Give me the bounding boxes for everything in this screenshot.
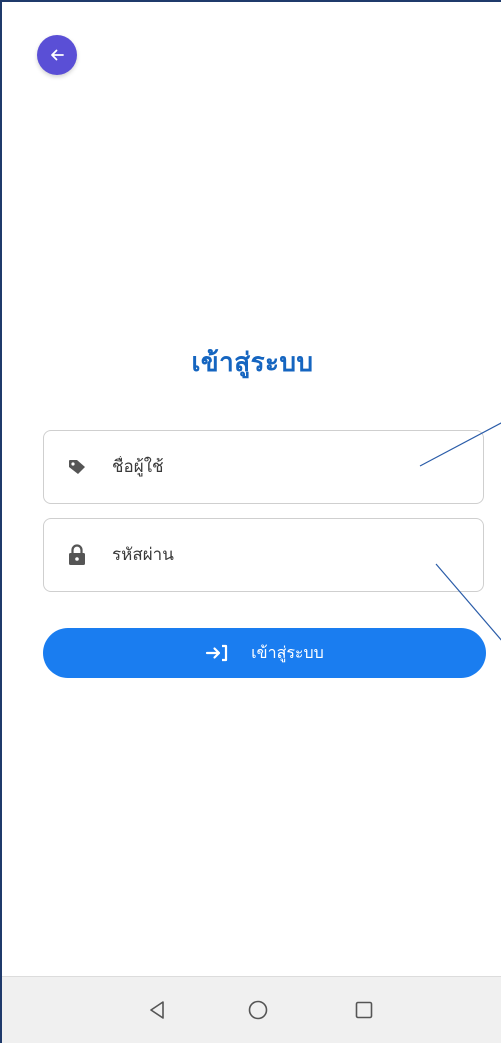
square-recents-icon bbox=[355, 1001, 373, 1019]
app-screen: เข้าสู่ระบบ เข้าสู่ระบบ bbox=[0, 0, 501, 1043]
circle-home-icon bbox=[248, 1000, 268, 1020]
nav-back-button[interactable] bbox=[142, 995, 172, 1025]
annotation-line-password bbox=[435, 563, 501, 641]
system-navbar bbox=[2, 976, 501, 1043]
nav-home-button[interactable] bbox=[243, 995, 273, 1025]
nav-recents-button[interactable] bbox=[349, 995, 379, 1025]
triangle-back-icon bbox=[150, 1001, 164, 1019]
